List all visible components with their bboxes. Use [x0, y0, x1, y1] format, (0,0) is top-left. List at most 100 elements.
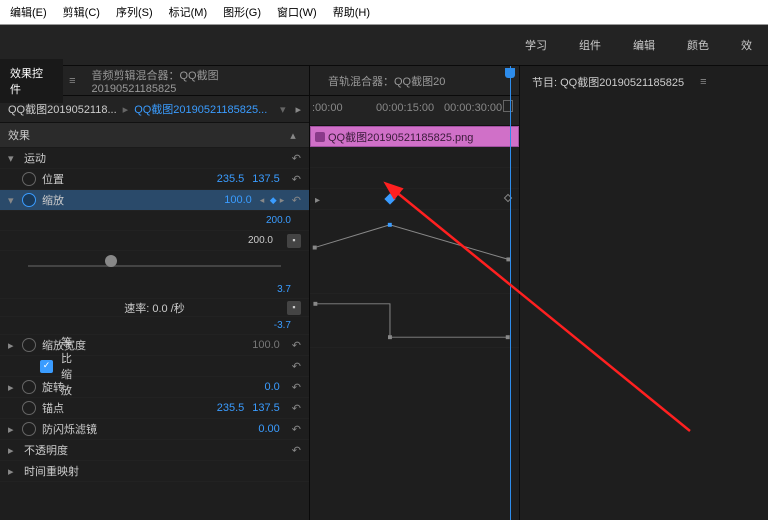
twirl-icon[interactable]: ▸ — [8, 444, 22, 457]
ws-effects[interactable]: 效 — [741, 37, 752, 53]
reset-icon[interactable]: ↶ — [292, 444, 301, 457]
work-area-end[interactable] — [503, 100, 513, 112]
value-graph[interactable] — [310, 210, 519, 294]
row-scale-width[interactable]: ▸ 缩放宽度 100.0 ↶ — [0, 335, 309, 356]
scale-label: 缩放 — [40, 192, 224, 208]
checkbox-uniform[interactable]: ✓ — [40, 360, 53, 373]
reset-icon[interactable]: ↶ — [292, 423, 301, 436]
scale-max: 200.0 — [266, 215, 301, 226]
time-0: :00:00 — [312, 102, 343, 114]
position-y[interactable]: 137.5 — [252, 173, 280, 185]
zoom-in-icon[interactable]: ▪ — [287, 301, 301, 315]
twirl-icon[interactable]: ▸ — [8, 465, 22, 478]
scalew-value: 100.0 — [252, 339, 280, 351]
toggle-timeline-icon[interactable]: ▸ — [295, 103, 301, 116]
scale-value[interactable]: 100.0 — [224, 194, 252, 206]
menu-edit[interactable]: 编辑(E) — [10, 4, 47, 20]
tab-audio-clip-mixer[interactable]: 音频剪辑混合器：QQ截图20190521185825 — [82, 61, 310, 101]
row-scale[interactable]: ▾ 缩放 100.0 ◂ ◆ ▸ ↶ — [0, 190, 309, 211]
keyframe-diamond[interactable] — [384, 193, 395, 204]
clip-bar[interactable]: QQ截图20190521185825.png — [310, 126, 519, 147]
panel-menu-icon[interactable]: ≡ — [63, 75, 81, 87]
mid-panel-tabs: 音轨混合器：QQ截图20 — [310, 66, 519, 96]
menu-sequence[interactable]: 序列(S) — [116, 4, 153, 20]
stopwatch-scale[interactable] — [22, 193, 36, 207]
anchor-x[interactable]: 235.5 — [217, 402, 245, 414]
stopwatch-rotation[interactable] — [22, 380, 36, 394]
slider-handle[interactable] — [105, 255, 117, 267]
collapse-icon[interactable]: ▴ — [285, 129, 301, 142]
reset-icon[interactable]: ↶ — [292, 360, 301, 373]
row-rate-max: 3.7 — [0, 281, 309, 299]
playhead-head-icon[interactable] — [505, 68, 515, 78]
tl-position-row — [310, 168, 519, 189]
tab-effect-controls[interactable]: 效果控件 — [0, 59, 63, 103]
twirl-icon[interactable]: ▾ — [8, 194, 22, 207]
menu-graphics[interactable]: 图形(G) — [223, 4, 261, 20]
flicker-label: 防闪烁滤镜 — [40, 421, 258, 437]
scale-slider[interactable] — [0, 251, 309, 281]
scale-cur: 200.0 — [248, 235, 283, 246]
keyframe-nav: ◂ ◆ ▸ — [260, 195, 288, 206]
opacity-label: 不透明度 — [22, 442, 288, 458]
row-rotation[interactable]: ▸ 旋转 0.0 ↶ — [0, 377, 309, 398]
playhead[interactable] — [510, 66, 511, 520]
crumb-clip[interactable]: QQ截图2019052118... — [8, 101, 117, 117]
ws-assembly[interactable]: 组件 — [579, 37, 601, 53]
next-kf-icon[interactable]: ▸ — [280, 195, 288, 206]
reset-icon[interactable]: ↶ — [292, 173, 301, 186]
row-position[interactable]: 位置 235.5 137.5 ↶ — [0, 169, 309, 190]
stopwatch-anchor[interactable] — [22, 401, 36, 415]
tl-scale-row[interactable]: ▸ — [310, 189, 519, 210]
row-anchor[interactable]: 锚点 235.5 137.5 ↶ — [0, 398, 309, 419]
program-panel: 节目: QQ截图20190521185825 ≡ — [520, 66, 768, 520]
ws-edit[interactable]: 编辑 — [633, 37, 655, 53]
reset-icon[interactable]: ↶ — [292, 194, 301, 207]
row-flicker[interactable]: ▸ 防闪烁滤镜 0.00 ↶ — [0, 419, 309, 440]
stopwatch-flicker[interactable] — [22, 422, 36, 436]
prev-kf-icon[interactable]: ◂ — [260, 195, 268, 206]
twirl-icon[interactable]: ▸ — [8, 423, 22, 436]
ws-color[interactable]: 颜色 — [687, 37, 709, 53]
menu-marker[interactable]: 标记(M) — [169, 4, 208, 20]
timeremap-label: 时间重映射 — [22, 463, 301, 479]
anchor-label: 锚点 — [40, 400, 217, 416]
reset-icon[interactable]: ↶ — [292, 339, 301, 352]
rate-min: -3.7 — [274, 320, 301, 331]
flicker-value[interactable]: 0.00 — [258, 423, 279, 435]
panel-menu-icon[interactable]: ≡ — [694, 76, 712, 88]
ws-learn[interactable]: 学习 — [525, 37, 547, 53]
menu-window[interactable]: 窗口(W) — [277, 4, 317, 20]
rate-max: 3.7 — [277, 284, 301, 295]
position-x[interactable]: 235.5 — [217, 173, 245, 185]
row-opacity[interactable]: ▸ 不透明度 ↶ — [0, 440, 309, 461]
row-rate-min: -3.7 — [0, 317, 309, 335]
left-panel-tabs: 效果控件 ≡ 音频剪辑混合器：QQ截图20190521185825 — [0, 66, 309, 96]
kf-start[interactable]: ▸ — [315, 195, 320, 206]
tab-audio-track-mixer[interactable]: 音轨混合器：QQ截图20 — [318, 67, 455, 95]
menu-clip[interactable]: 剪辑(C) — [63, 4, 100, 20]
twirl-icon[interactable]: ▾ — [8, 152, 22, 165]
crumb-sequence[interactable]: QQ截图20190521185825... — [134, 101, 267, 117]
row-uniform[interactable]: ✓ 等比缩放 ↶ — [0, 356, 309, 377]
row-timeremap[interactable]: ▸ 时间重映射 — [0, 461, 309, 482]
time-ruler[interactable]: :00:00 00:00:15:00 00:00:30:00 — [310, 96, 519, 126]
menu-help[interactable]: 帮助(H) — [333, 4, 370, 20]
zoom-in-icon[interactable]: ▪ — [287, 234, 301, 248]
stopwatch-position[interactable] — [22, 172, 36, 186]
velocity-graph[interactable] — [310, 294, 519, 348]
anchor-y[interactable]: 137.5 — [252, 402, 280, 414]
time-1: 00:00:15:00 — [376, 102, 434, 114]
stopwatch-scalew[interactable] — [22, 338, 36, 352]
clip-fx-icon — [315, 132, 325, 142]
rate-label: 速率: 0.0 /秒 — [8, 300, 283, 316]
reset-icon[interactable]: ↶ — [292, 381, 301, 394]
add-kf-icon[interactable]: ◆ — [270, 195, 278, 206]
dropdown-icon[interactable]: ▾ — [280, 103, 286, 116]
reset-icon[interactable]: ↶ — [292, 402, 301, 415]
reset-icon[interactable]: ↶ — [292, 152, 301, 165]
twirl-icon[interactable]: ▸ — [8, 381, 22, 394]
row-motion[interactable]: ▾ 运动 ↶ — [0, 148, 309, 169]
twirl-icon[interactable]: ▸ — [8, 339, 22, 352]
rotation-value[interactable]: 0.0 — [264, 381, 279, 393]
